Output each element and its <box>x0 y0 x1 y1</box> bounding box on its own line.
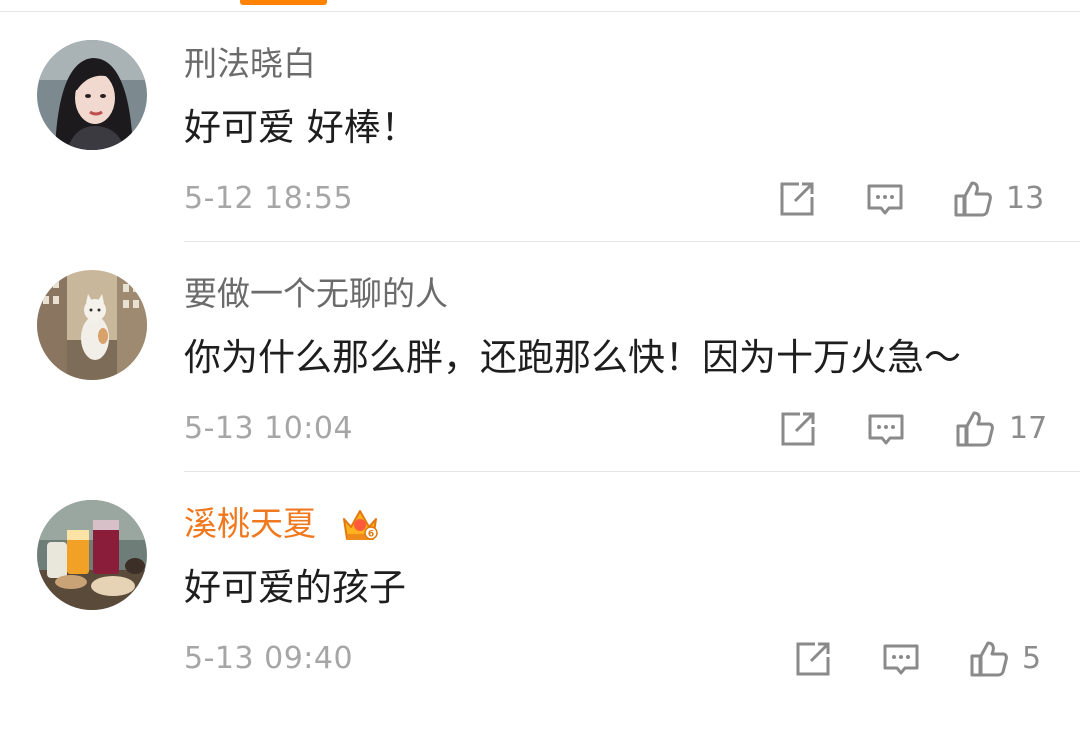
share-icon[interactable] <box>778 409 818 449</box>
avatar[interactable] <box>37 40 147 150</box>
vip-crown-icon: 6 <box>343 510 378 540</box>
thumbs-up-icon[interactable] <box>969 639 1009 679</box>
like-count: 17 <box>1009 411 1048 446</box>
share-icon[interactable] <box>777 179 817 219</box>
divider <box>184 241 1080 242</box>
username[interactable]: 溪桃天夏 <box>184 504 316 544</box>
comment-time: 5-13 09:40 <box>184 641 354 676</box>
comment-item: 要做一个无聊的人 你为什么那么胖，还跑那么快！因为十万火急～ 5-13 10:0… <box>0 270 1080 500</box>
like-count: 13 <box>1006 181 1045 216</box>
avatar[interactable] <box>37 500 147 610</box>
comment-text: 好可爱的孩子 <box>184 566 406 609</box>
username[interactable]: 要做一个无聊的人 <box>184 274 448 314</box>
comment-icon[interactable] <box>881 639 921 679</box>
comment-icon[interactable] <box>865 179 905 219</box>
top-divider <box>0 11 1080 12</box>
share-icon[interactable] <box>793 639 833 679</box>
svg-text:6: 6 <box>368 530 374 540</box>
divider <box>184 471 1080 472</box>
comment-time: 5-12 18:55 <box>184 181 354 216</box>
thumbs-up-icon[interactable] <box>955 409 995 449</box>
comment-icon[interactable] <box>866 409 906 449</box>
comment-item: 溪桃天夏 6 好可爱的孩子 5-13 09:40 5 <box>0 500 1080 730</box>
comment-item: 刑法晓白 好可爱 好棒！ 5-12 18:55 13 <box>0 40 1080 270</box>
active-tab-indicator <box>240 0 327 5</box>
comment-text: 好可爱 好棒！ <box>184 106 418 149</box>
thumbs-up-icon[interactable] <box>953 179 993 219</box>
comment-time: 5-13 10:04 <box>184 411 354 446</box>
avatar[interactable] <box>37 270 147 380</box>
like-count: 5 <box>1022 641 1042 676</box>
username[interactable]: 刑法晓白 <box>184 44 316 84</box>
comment-text: 你为什么那么胖，还跑那么快！因为十万火急～ <box>184 336 961 379</box>
